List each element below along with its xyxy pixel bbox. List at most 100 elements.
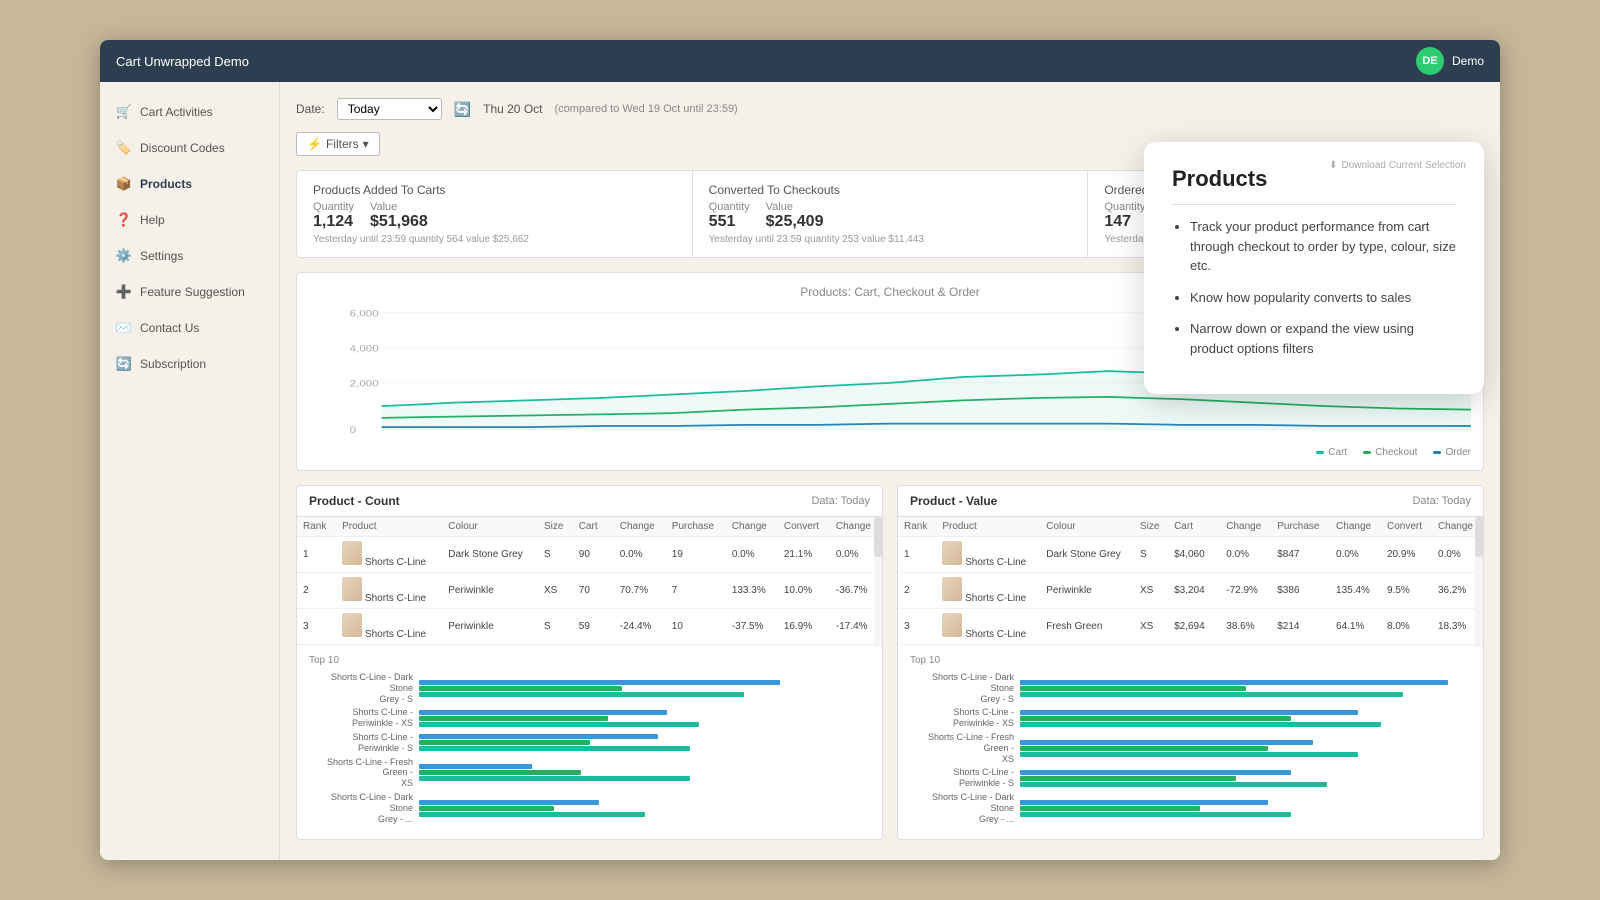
- table-row: 2 Shorts C-Line Periwinkle XS $3,204 -72…: [898, 573, 1483, 609]
- bar-group: [419, 710, 870, 727]
- value-table-section: Product - Value Data: Today Rank Product…: [897, 485, 1484, 840]
- value-table-header: Product - Value Data: Today: [898, 486, 1483, 517]
- count-data-label: Data: Today: [811, 495, 870, 507]
- table-row: 2 Shorts C-Line Periwinkle XS 70 70.7% 7…: [297, 573, 882, 609]
- table-row: 4 Shorts C-Line Periwinkle S $2,655 -24.…: [898, 645, 1483, 648]
- th-product-v: Product: [936, 517, 1040, 537]
- legend-order: Order: [1433, 447, 1471, 458]
- bar-row: Shorts C-Line - Periwinkle - XS: [309, 707, 870, 729]
- stat-title-cart: Products Added To Carts: [313, 183, 676, 197]
- value-label-cart: Value: [370, 201, 428, 213]
- download-icon: ⬇: [1329, 160, 1337, 171]
- value-table: Rank Product Colour Size Cart Change Pur…: [898, 517, 1483, 647]
- tag-icon: 🏷️: [116, 140, 132, 156]
- yesterday-cart: Yesterday until 23:59 quantity 564 value…: [313, 234, 676, 245]
- refresh-icon[interactable]: 🔄: [454, 101, 471, 118]
- table-row: 1 Shorts C-Line Dark Stone Grey S 90 0.0…: [297, 537, 882, 573]
- download-button[interactable]: ⬇ Download Current Selection: [1329, 160, 1466, 171]
- bar-group: [419, 764, 870, 781]
- compared-text: (compared to Wed 19 Oct until 23:59): [555, 103, 738, 115]
- bar-row: Shorts C-Line - Periwinkle - XS: [910, 707, 1471, 729]
- th-convert: Convert: [778, 517, 830, 537]
- value-amount-checkout: $25,409: [766, 213, 824, 231]
- bar-teal: [1020, 752, 1358, 757]
- bar-row: Shorts C-Line - Periwinkle - S: [910, 767, 1471, 789]
- bar-row: Shorts C-Line - Fresh Green -XS: [910, 732, 1471, 764]
- th-purchase: Purchase: [666, 517, 726, 537]
- tooltip-popup: ⬇ Download Current Selection Products Tr…: [1144, 142, 1484, 394]
- count-table-header-row: Rank Product Colour Size Cart Change Pur…: [297, 517, 882, 537]
- sidebar-item-cart-activities[interactable]: 🛒 Cart Activities: [100, 94, 279, 130]
- cart-icon: 🛒: [116, 104, 132, 120]
- count-table: Rank Product Colour Size Cart Change Pur…: [297, 517, 882, 647]
- sidebar-label-contact-us: Contact Us: [140, 321, 199, 335]
- count-table-section: Product - Count Data: Today Rank Product…: [296, 485, 883, 840]
- sidebar-label-products: Products: [140, 177, 192, 191]
- th-size-v: Size: [1134, 517, 1168, 537]
- quantity-value-checkout: 551: [709, 213, 750, 231]
- th-change1-v: Change: [1220, 517, 1271, 537]
- value-bar-chart-title: Top 10: [910, 655, 1471, 666]
- bar-teal: [419, 746, 690, 751]
- bar-label: Shorts C-Line - Fresh Green -XS: [309, 757, 419, 789]
- date-label: Date:: [296, 102, 325, 116]
- sidebar-label-feature-suggestion: Feature Suggestion: [140, 285, 245, 299]
- table-row: 1 Shorts C-Line Dark Stone Grey S $4,060…: [898, 537, 1483, 573]
- bar-teal: [1020, 782, 1327, 787]
- sidebar-label-help: Help: [140, 213, 165, 227]
- value-amount-cart: $51,968: [370, 213, 428, 231]
- th-change2: Change: [726, 517, 778, 537]
- bar-blue: [419, 680, 780, 685]
- th-product: Product: [336, 517, 442, 537]
- count-bar-chart-title: Top 10: [309, 655, 870, 666]
- sidebar: 🛒 Cart Activities 🏷️ Discount Codes 📦 Pr…: [100, 82, 280, 860]
- quantity-value-cart: 1,124: [313, 213, 354, 231]
- date-select[interactable]: Today Yesterday Last 7 Days Last 30 Days: [337, 98, 442, 120]
- avatar: DE: [1416, 47, 1444, 75]
- filter-icon: ⚡: [307, 137, 322, 151]
- bar-group: [419, 680, 870, 697]
- value-bar-chart: Top 10 Shorts C-Line - Dark StoneGrey - …: [898, 647, 1483, 839]
- bar-group: [419, 734, 870, 751]
- bar-green: [1020, 806, 1200, 811]
- bar-blue: [1020, 770, 1291, 775]
- stat-values-checkout: Quantity 551 Value $25,409: [709, 201, 1072, 231]
- svg-text:0: 0: [350, 425, 357, 436]
- th-cart: Cart: [573, 517, 614, 537]
- sidebar-item-products[interactable]: 📦 Products: [100, 166, 279, 202]
- value-scroll-thumb[interactable]: [1475, 517, 1483, 557]
- th-rank: Rank: [297, 517, 336, 537]
- stat-title-checkout: Converted To Checkouts: [709, 183, 1072, 197]
- quantity-label-checkout: Quantity: [709, 201, 750, 213]
- chevron-down-icon: ▾: [363, 137, 369, 151]
- bar-label: Shorts C-Line - Dark StoneGrey - ...: [309, 792, 419, 824]
- bar-blue: [1020, 800, 1268, 805]
- tables-row: Product - Count Data: Today Rank Product…: [296, 485, 1484, 840]
- sidebar-item-settings[interactable]: ⚙️ Settings: [100, 238, 279, 274]
- bar-group: [1020, 740, 1471, 757]
- legend-checkout: Checkout: [1363, 447, 1417, 458]
- filters-label: Filters: [326, 137, 359, 151]
- header-controls: Date: Today Yesterday Last 7 Days Last 3…: [296, 98, 1484, 120]
- filters-button[interactable]: ⚡ Filters ▾: [296, 132, 380, 156]
- bar-label: Shorts C-Line - Periwinkle - S: [309, 732, 419, 754]
- sidebar-item-subscription[interactable]: 🔄 Subscription: [100, 346, 279, 382]
- stat-card-cart: Products Added To Carts Quantity 1,124 V…: [297, 171, 693, 257]
- bar-green: [1020, 776, 1236, 781]
- bar-teal: [419, 722, 699, 727]
- legend-label-checkout: Checkout: [1375, 447, 1417, 458]
- bar-label: Shorts C-Line - Periwinkle - XS: [309, 707, 419, 729]
- count-scroll-thumb[interactable]: [874, 517, 882, 557]
- legend-label-order: Order: [1445, 447, 1471, 458]
- sidebar-item-contact-us[interactable]: ✉️ Contact Us: [100, 310, 279, 346]
- bar-group: [1020, 800, 1471, 817]
- mail-icon: ✉️: [116, 320, 132, 336]
- sidebar-item-feature-suggestion[interactable]: ➕ Feature Suggestion: [100, 274, 279, 310]
- sidebar-item-help[interactable]: ❓ Help: [100, 202, 279, 238]
- bar-label: Shorts C-Line - Dark StoneGrey - S: [910, 672, 1020, 704]
- th-rank-v: Rank: [898, 517, 936, 537]
- sidebar-item-discount-codes[interactable]: 🏷️ Discount Codes: [100, 130, 279, 166]
- sidebar-label-cart-activities: Cart Activities: [140, 105, 213, 119]
- download-label: Download Current Selection: [1341, 160, 1466, 171]
- th-change1: Change: [614, 517, 666, 537]
